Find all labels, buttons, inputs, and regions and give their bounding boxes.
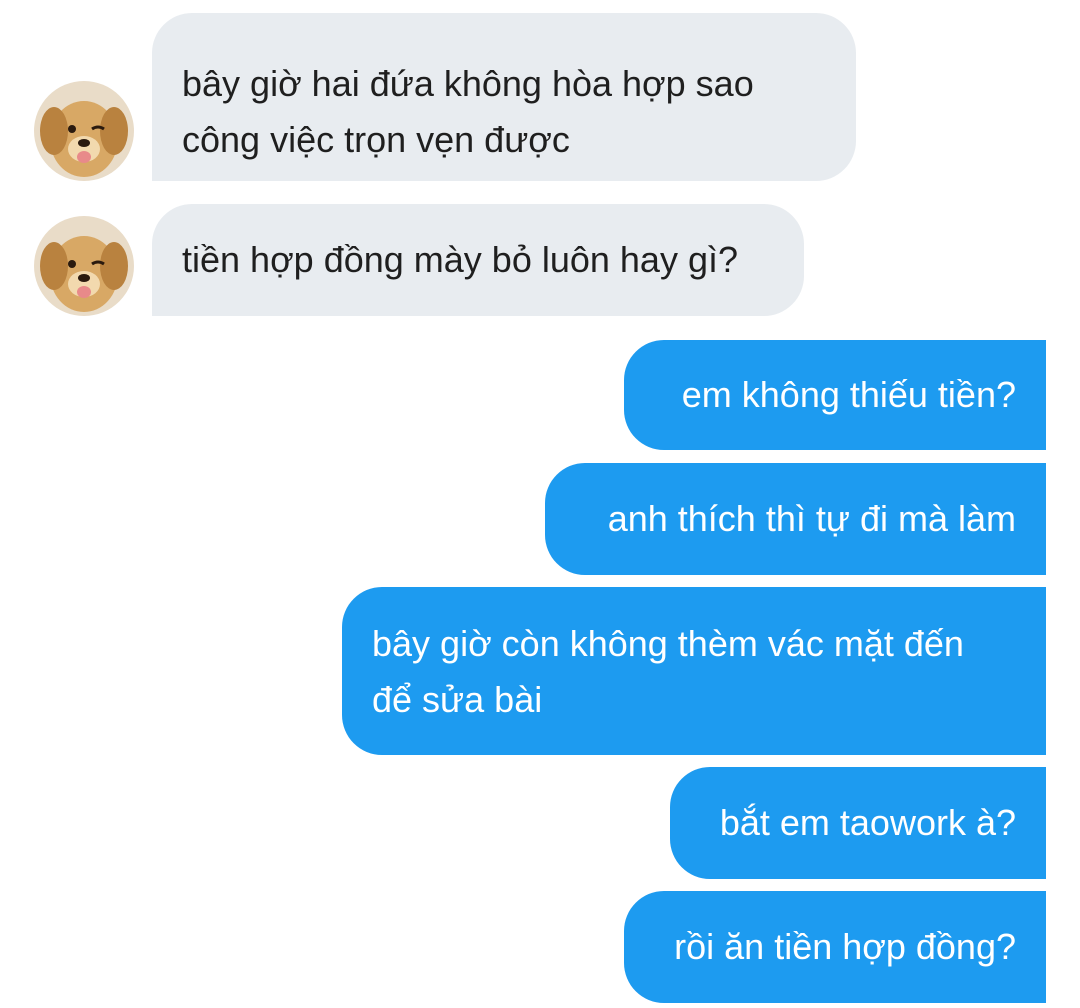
message-bubble-outgoing[interactable]: bắt em taowork à? — [670, 767, 1046, 879]
message-text-line: bây giờ hai đứa không hòa hợp sao — [182, 63, 754, 104]
message-text-line: bây giờ còn không thèm vác mặt đến — [372, 623, 964, 664]
message-bubble-incoming[interactable]: tiền hợp đồng mày bỏ luôn hay gì? — [152, 204, 804, 316]
contact-avatar[interactable] — [34, 216, 134, 316]
message-text-line: em không thiếu tiền? — [681, 374, 1016, 415]
message-text-line: tiền hợp đồng mày bỏ luôn hay gì? — [182, 239, 738, 280]
dog-avatar-icon — [34, 81, 134, 181]
chat-thread: bây giờ hai đứa không hòa hợp sao công v… — [0, 0, 1080, 1008]
message-bubble-incoming[interactable]: bây giờ hai đứa không hòa hợp sao công v… — [152, 13, 856, 181]
message-text-line: để sửa bài — [372, 679, 543, 720]
message-bubble-outgoing[interactable]: anh thích thì tự đi mà làm — [545, 463, 1046, 575]
dog-avatar-icon — [34, 216, 134, 316]
message-text-line: anh thích thì tự đi mà làm — [607, 498, 1016, 539]
message-text-line: công việc trọn vẹn được — [182, 119, 570, 160]
message-text-line: bắt em taowork à? — [719, 802, 1016, 843]
message-text-line: rồi ăn tiền hợp đồng? — [674, 926, 1016, 967]
message-bubble-outgoing[interactable]: em không thiếu tiền? — [624, 340, 1046, 450]
message-bubble-outgoing[interactable]: rồi ăn tiền hợp đồng? — [624, 891, 1046, 1003]
message-bubble-outgoing[interactable]: bây giờ còn không thèm vác mặt đến để sử… — [342, 587, 1046, 755]
contact-avatar[interactable] — [34, 81, 134, 181]
